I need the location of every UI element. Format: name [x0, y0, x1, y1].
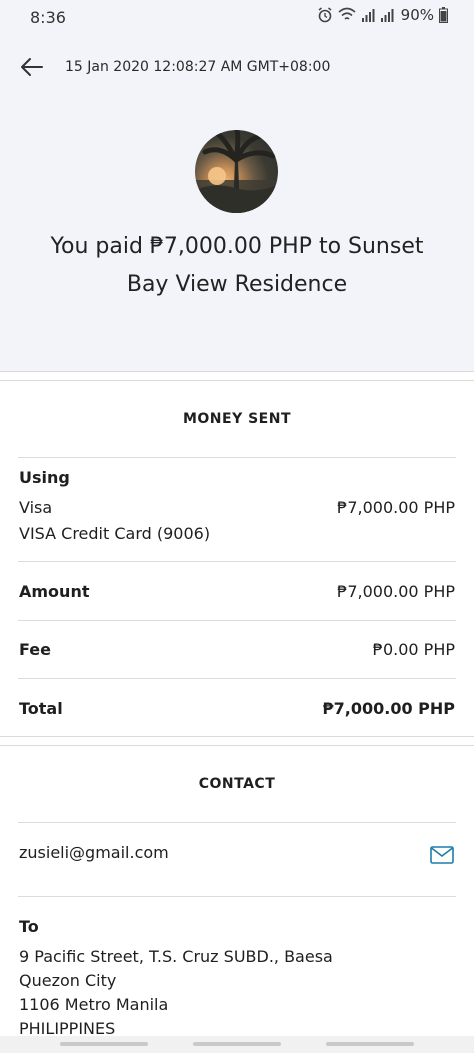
- headline-line-1: You paid ₱7,000.00 PHP to Sunset: [50, 234, 424, 259]
- total-value: ₱7,000.00 PHP: [322, 699, 456, 718]
- merchant-avatar: [195, 130, 278, 213]
- divider-line: [18, 896, 456, 897]
- divider-line: [18, 457, 456, 458]
- transaction-date: 15 Jan 2020 12:08:27 AM GMT+08:00: [65, 59, 331, 75]
- wifi-icon: [338, 7, 356, 20]
- alarm-icon: [318, 7, 332, 23]
- money-sent-title: MONEY SENT: [182, 411, 292, 427]
- palm-tree-photo: [195, 130, 278, 213]
- divider-line: [18, 561, 456, 562]
- nav-home-button[interactable]: [193, 1042, 281, 1046]
- address-line-1: 9 Pacific Street, T.S. Cruz SUBD., Baesa: [19, 947, 333, 966]
- nav-back-button[interactable]: [326, 1042, 414, 1046]
- amount-label: Amount: [19, 582, 90, 601]
- status-icons: 90%: [317, 6, 448, 24]
- contact-title: CONTACT: [198, 776, 276, 792]
- contact-email[interactable]: zusieli@gmail.com: [19, 843, 169, 862]
- signal-icon: [361, 9, 375, 22]
- divider-line: [18, 678, 456, 679]
- address-line-2: Quezon City: [19, 971, 117, 990]
- amount-value: ₱7,000.00 PHP: [337, 582, 455, 601]
- address-line-3: 1106 Metro Manila: [19, 995, 169, 1014]
- card-amount: ₱7,000.00 PHP: [337, 498, 455, 517]
- payment-headline: You paid ₱7,000.00 PHP to Sunset Bay Vie…: [20, 228, 454, 304]
- total-label: Total: [19, 699, 63, 718]
- section-divider: [0, 371, 474, 381]
- to-label: To: [19, 917, 39, 936]
- back-arrow-icon[interactable]: [18, 54, 48, 80]
- fee-value: ₱0.00 PHP: [372, 640, 455, 659]
- status-time: 8:36: [30, 8, 66, 27]
- status-bar: 8:36 90%: [0, 0, 474, 36]
- card-detail: VISA Credit Card (9006): [19, 524, 211, 543]
- nav-recents-button[interactable]: [60, 1042, 148, 1046]
- battery-icon: [439, 7, 448, 23]
- battery-percent: 90%: [400, 6, 434, 24]
- using-label: Using: [19, 468, 70, 487]
- headline-line-2: Bay View Residence: [126, 272, 348, 297]
- divider-line: [18, 620, 456, 621]
- mail-icon[interactable]: [430, 846, 454, 864]
- fee-label: Fee: [19, 640, 51, 659]
- card-brand: Visa: [19, 498, 53, 517]
- divider-line: [18, 822, 456, 823]
- signal-icon: [380, 9, 394, 22]
- section-divider: [0, 736, 474, 746]
